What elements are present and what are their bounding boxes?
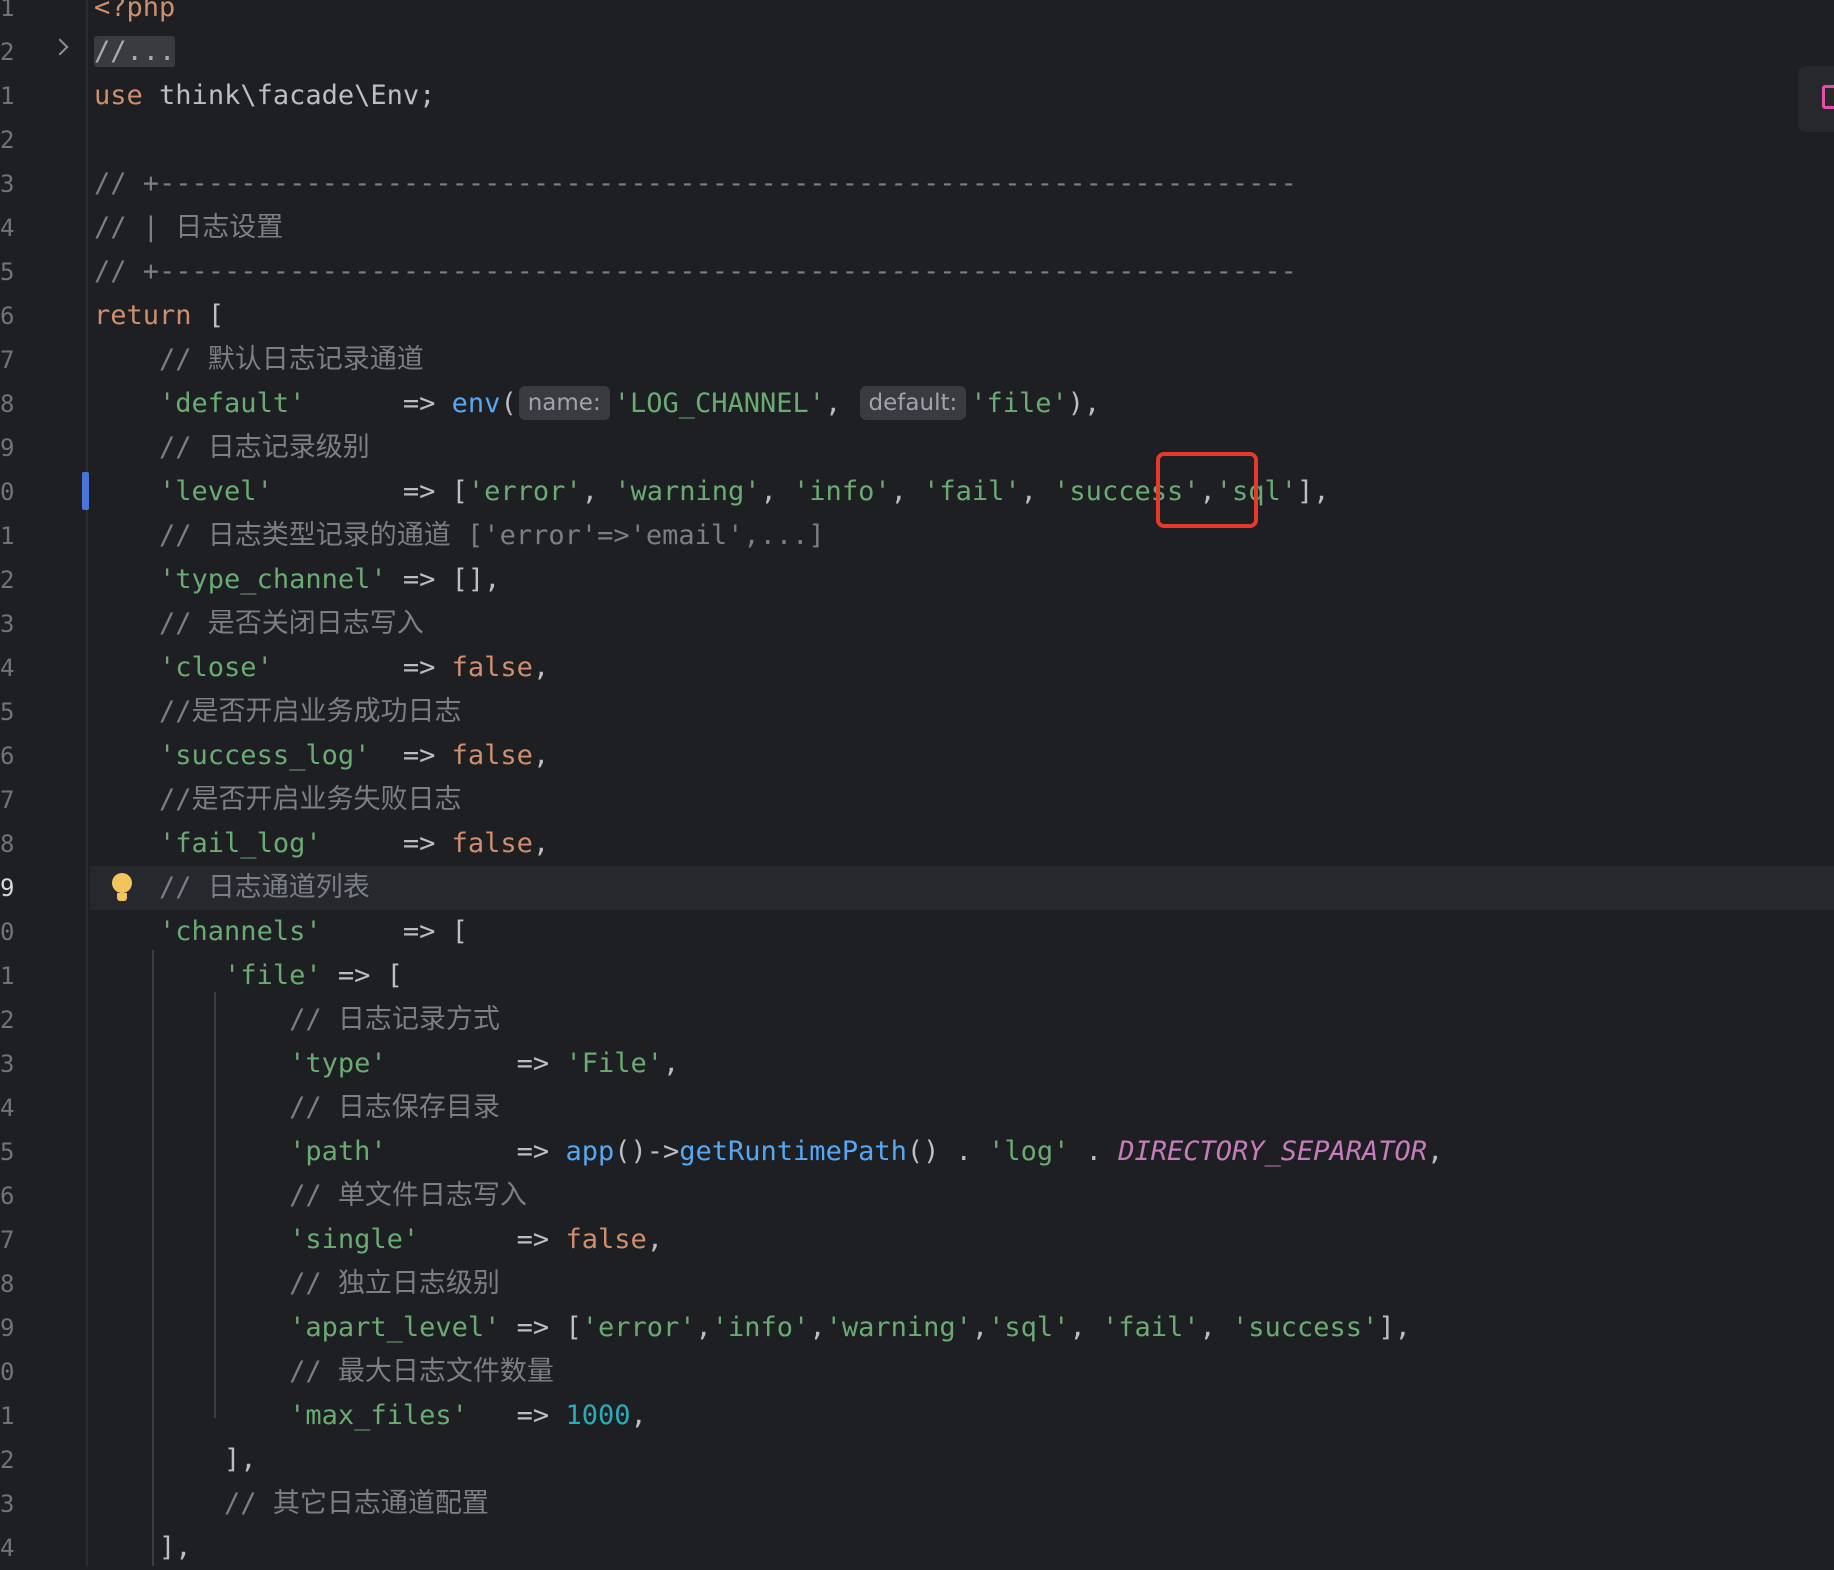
line-number[interactable]: 6 [0,294,18,338]
code-line[interactable]: 'close' => false, [94,646,1834,690]
line-number[interactable]: 4 [0,1526,18,1570]
line-number[interactable]: 5 [0,250,18,294]
line-number[interactable]: 1 [0,514,18,558]
code-line[interactable]: 'path' => app()->getRuntimePath() . 'log… [94,1130,1834,1174]
change-marker[interactable] [82,472,89,510]
code-line[interactable]: 'default' => env(name: 'LOG_CHANNEL', def… [94,382,1834,426]
line-number[interactable]: 3 [0,1482,18,1526]
line-number[interactable]: 7 [0,338,18,382]
line-number[interactable]: 8 [0,822,18,866]
code-line[interactable]: // 单文件日志写入 [94,1174,1834,1218]
code-line[interactable]: use think\facade\Env; [94,74,1834,118]
line-number[interactable]: 1 [0,0,18,30]
code-line[interactable]: 'max_files' => 1000, [94,1394,1834,1438]
line-number[interactable]: 2 [0,30,18,74]
line-number[interactable]: 9 [0,426,18,470]
line-number-gutter[interactable]: 121234567890123456789012345678901234 [0,0,88,1566]
param-hint-name: name: [518,386,610,420]
line-number[interactable]: 4 [0,206,18,250]
line-number[interactable]: 3 [0,162,18,206]
code-line[interactable]: // 是否关闭日志写入 [94,602,1834,646]
line-number[interactable]: 3 [0,602,18,646]
code-line[interactable]: 'single' => false, [94,1218,1834,1262]
code-line[interactable]: 'success_log' => false, [94,734,1834,778]
param-hint-default: default: [859,386,967,420]
line-number[interactable]: 1 [0,74,18,118]
line-number[interactable]: 0 [0,910,18,954]
code-line[interactable]: //是否开启业务失败日志 [94,778,1834,822]
code-line[interactable]: 'file' => [ [94,954,1834,998]
code-line[interactable]: 'channels' => [ [94,910,1834,954]
code-line[interactable]: ], [94,1526,1834,1570]
code-line[interactable]: <?php [94,0,1834,30]
code-line[interactable]: 'apart_level' => ['error','info','warnin… [94,1306,1834,1350]
code-line[interactable]: 'level' => ['error', 'warning', 'info', … [94,470,1834,514]
line-number[interactable]: 9 [0,866,18,910]
code-line[interactable]: //... [94,30,1834,74]
code-line[interactable]: // 其它日志通道配置 [94,1482,1834,1526]
line-number[interactable]: 1 [0,954,18,998]
line-number[interactable]: 2 [0,558,18,602]
code-line[interactable]: ], [94,1438,1834,1482]
code-line[interactable]: // 日志保存目录 [94,1086,1834,1130]
code-line[interactable]: // 日志记录方式 [94,998,1834,1042]
annotation-highlight-box [1156,452,1258,528]
line-number[interactable]: 8 [0,1262,18,1306]
line-number[interactable]: 2 [0,118,18,162]
line-number[interactable]: 1 [0,1394,18,1438]
line-number[interactable]: 4 [0,1086,18,1130]
line-number[interactable]: 0 [0,470,18,514]
line-number[interactable]: 7 [0,1218,18,1262]
line-number[interactable]: 3 [0,1042,18,1086]
code-line[interactable]: 'type' => 'File', [94,1042,1834,1086]
line-number[interactable]: 5 [0,690,18,734]
line-number[interactable]: 0 [0,1350,18,1394]
code-line[interactable]: 'fail_log' => false, [94,822,1834,866]
code-editor[interactable]: 121234567890123456789012345678901234 <?p… [0,0,1834,1566]
code-line[interactable]: //是否开启业务成功日志 [94,690,1834,734]
code-line[interactable]: return [ [94,294,1834,338]
code-line[interactable]: // 独立日志级别 [94,1262,1834,1306]
line-number[interactable]: 5 [0,1130,18,1174]
code-line-current[interactable]: // 日志通道列表 [94,866,1834,910]
code-line[interactable]: // 默认日志记录通道 [94,338,1834,382]
line-number[interactable]: 4 [0,646,18,690]
code-line[interactable]: 'type_channel' => [], [94,558,1834,602]
line-number[interactable]: 8 [0,382,18,426]
code-line[interactable]: // 日志记录级别 [94,426,1834,470]
php-open-tag: <?php [94,0,176,23]
line-number[interactable]: 2 [0,1438,18,1482]
code-line[interactable]: // 日志类型记录的通道 ['error'=>'email',...] [94,514,1834,558]
code-line[interactable]: // +------------------------------------… [94,162,1834,206]
folded-region[interactable]: //... [94,36,176,67]
code-line[interactable]: // 最大日志文件数量 [94,1350,1834,1394]
line-number[interactable]: 6 [0,734,18,778]
line-number[interactable]: 6 [0,1174,18,1218]
plugin-icon[interactable] [1798,66,1834,132]
code-line[interactable]: // | 日志设置 [94,206,1834,250]
line-number[interactable]: 7 [0,778,18,822]
line-number[interactable]: 2 [0,998,18,1042]
line-number[interactable]: 9 [0,1306,18,1350]
code-line[interactable]: // +------------------------------------… [94,250,1834,294]
